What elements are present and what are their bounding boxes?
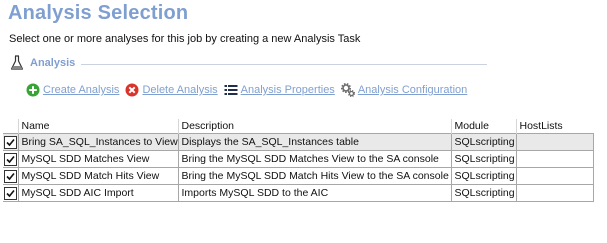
column-header-name[interactable]: Name	[17, 119, 178, 134]
cell-module: SQLscripting	[450, 184, 517, 202]
cell-hostlists	[515, 167, 594, 185]
row-checkbox[interactable]	[4, 186, 17, 200]
cell-module: SQLscripting	[450, 167, 517, 185]
analysis-table: Name Description Module HostLists Bring …	[3, 119, 594, 202]
delete-analysis-button[interactable]: Delete Analysis	[125, 83, 218, 97]
cell-name: MySQL SDD Match Hits View	[17, 167, 179, 185]
cell-hostlists	[515, 133, 594, 151]
cell-description: Bring the MySQL SDD Match Hits View to t…	[177, 167, 452, 185]
table-header-row: Name Description Module HostLists	[3, 119, 593, 134]
table-row[interactable]: MySQL SDD Matches View Bring the MySQL S…	[3, 150, 594, 168]
page-title: Analysis Selection	[8, 2, 189, 24]
row-checkbox[interactable]	[4, 135, 17, 149]
delete-icon	[125, 83, 139, 97]
checkmark-icon	[6, 189, 15, 197]
gears-icon	[340, 83, 355, 97]
cell-module: SQLscripting	[450, 133, 517, 151]
column-header-description[interactable]: Description	[177, 119, 451, 134]
create-analysis-button[interactable]: Create Analysis	[26, 83, 119, 97]
cell-name: Bring SA_SQL_Instances to View	[17, 133, 179, 151]
column-header-module[interactable]: Module	[450, 119, 516, 134]
analysis-properties-button[interactable]: Analysis Properties	[224, 83, 335, 97]
delete-analysis-label: Delete Analysis	[142, 84, 218, 96]
cell-description: Bring the MySQL SDD Matches View to the …	[177, 150, 452, 168]
checkmark-icon	[6, 138, 15, 146]
cell-hostlists	[515, 184, 594, 202]
cell-name: MySQL SDD AIC Import	[17, 184, 179, 202]
checkmark-icon	[6, 155, 15, 163]
row-checkbox[interactable]	[4, 169, 17, 183]
analysis-properties-label: Analysis Properties	[240, 84, 335, 96]
create-analysis-label: Create Analysis	[43, 84, 120, 96]
table-row[interactable]: MySQL SDD AIC Import Imports MySQL SDD t…	[3, 184, 594, 202]
analysis-configuration-label: Analysis Configuration	[357, 84, 468, 96]
cell-name: MySQL SDD Matches View	[17, 150, 179, 168]
cell-description: Displays the SA_SQL_Instances table	[177, 133, 452, 151]
analysis-configuration-button[interactable]: Analysis Configuration	[340, 83, 468, 97]
cell-description: Imports MySQL SDD to the AIC	[177, 184, 452, 202]
properties-list-icon	[224, 85, 238, 95]
column-header-hostlists[interactable]: HostLists	[515, 119, 593, 134]
page-subtitle: Select one or more analyses for this job…	[9, 33, 361, 45]
row-checkbox[interactable]	[4, 152, 17, 166]
analysis-section-header: Analysis	[10, 54, 487, 72]
checkmark-icon	[6, 172, 15, 180]
section-divider	[81, 63, 487, 65]
column-header-checkbox	[3, 119, 18, 134]
section-label: Analysis	[30, 57, 76, 69]
analysis-toolbar: Create Analysis Delete Analysis Analysis…	[26, 82, 473, 98]
cell-module: SQLscripting	[450, 150, 517, 168]
cell-hostlists	[515, 150, 594, 168]
table-row[interactable]: Bring SA_SQL_Instances to View Displays …	[3, 133, 594, 151]
table-row[interactable]: MySQL SDD Match Hits View Bring the MySQ…	[3, 167, 594, 185]
flask-icon	[10, 55, 24, 70]
add-icon	[26, 83, 40, 97]
